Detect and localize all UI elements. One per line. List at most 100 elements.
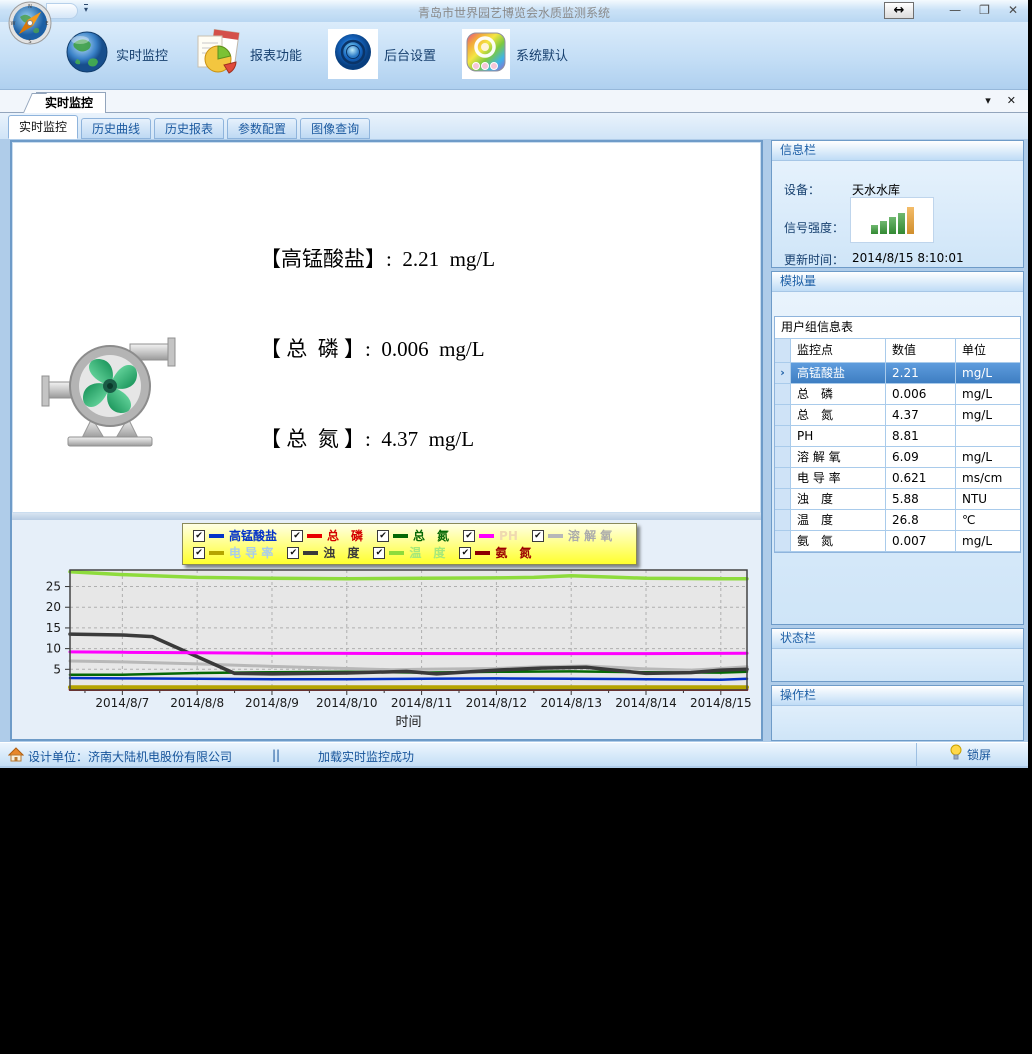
analog-panel-header: 模拟量: [772, 272, 1023, 292]
table-row[interactable]: 电 导 率0.621ms/cm: [775, 468, 1020, 489]
compass-app-icon[interactable]: N E S W: [8, 1, 52, 49]
legend-label: 电 导 率: [229, 544, 273, 561]
cell-value: 2.21: [886, 363, 956, 383]
svg-text:2014/8/15: 2014/8/15: [690, 696, 752, 710]
svg-text:2014/8/8: 2014/8/8: [170, 696, 224, 710]
realtime-monitor-button[interactable]: 实时监控: [64, 29, 168, 79]
cell-value: 26.8: [886, 510, 956, 530]
table-row[interactable]: 氨 氮0.007mg/L: [775, 531, 1020, 552]
designer-text: 设计单位：济南大陆机电股份有限公司: [28, 748, 232, 765]
svg-text:时间: 时间: [395, 715, 421, 730]
report-function-button[interactable]: 报表功能: [194, 29, 302, 79]
legend-color-dash: [475, 551, 490, 555]
legend-checkbox-高锰酸盐[interactable]: ✔: [193, 530, 205, 542]
tab-history-curve[interactable]: 历史曲线: [81, 118, 151, 139]
legend-item-PH: ✔ PH: [463, 529, 518, 543]
table-row[interactable]: ›高锰酸盐2.21mg/L: [775, 363, 1020, 384]
system-default-button[interactable]: 系统默认: [462, 29, 568, 79]
tab-history-report[interactable]: 历史报表: [154, 118, 224, 139]
table-row[interactable]: 总 磷0.006mg/L: [775, 384, 1020, 405]
cell-name: 温 度: [791, 510, 886, 530]
info-panel-header: 信息栏: [772, 141, 1023, 161]
lock-screen-button[interactable]: 锁屏: [916, 743, 1024, 766]
document-tab-realtime[interactable]: 实时监控: [36, 92, 106, 113]
tab-list-dropdown-icon[interactable]: ▾: [985, 94, 991, 107]
reading-line: 【 浊 度 】: 5.88 NTU: [260, 784, 511, 814]
cell-value: 6.09: [886, 447, 956, 467]
column-header-point[interactable]: 监控点: [791, 339, 886, 362]
svg-text:N: N: [28, 4, 32, 10]
table-row[interactable]: 溶 解 氧6.09mg/L: [775, 447, 1020, 468]
tab-realtime-monitor[interactable]: 实时监控: [8, 115, 78, 139]
right-sidebar: 信息栏 设备： 天水水库 信号强度： 更新时间： 2014/8/15 8:10:…: [771, 140, 1024, 741]
analog-panel: 模拟量 用户组信息表 监控点 数值 单位 ›高锰酸盐2.21mg/L总 磷0.0…: [771, 271, 1024, 625]
svg-text:E: E: [45, 21, 48, 27]
minimize-button[interactable]: —: [949, 3, 961, 17]
svg-text:2014/8/9: 2014/8/9: [245, 696, 299, 710]
legend-checkbox-氨氮[interactable]: ✔: [459, 547, 471, 559]
legend-checkbox-电导率[interactable]: ✔: [193, 547, 205, 559]
table-row[interactable]: PH8.81: [775, 426, 1020, 447]
legend-checkbox-总氮[interactable]: ✔: [377, 530, 389, 542]
table-row[interactable]: 浊 度5.88NTU: [775, 489, 1020, 510]
tab-image-query[interactable]: 图像查询: [300, 118, 370, 139]
bulb-icon: [950, 744, 962, 765]
legend-color-dash: [479, 534, 494, 538]
cell-name: 氨 氮: [791, 531, 886, 551]
report-function-label: 报表功能: [250, 45, 302, 64]
legend-checkbox-溶解氧[interactable]: ✔: [532, 530, 544, 542]
app-window: 青岛市世界园艺博览会水质监测系统 ↔ — ❐ ✕ ▾ N E: [0, 0, 1028, 768]
legend-item-氨氮: ✔氨 氮: [459, 544, 531, 561]
svg-text:S: S: [28, 39, 31, 45]
legend-color-dash: [307, 534, 322, 538]
legend-color-dash: [303, 551, 318, 555]
signal-strength-icon: [850, 197, 934, 243]
table-row[interactable]: 温 度26.8℃: [775, 510, 1020, 531]
cell-unit: ℃: [956, 510, 1020, 530]
column-header-unit[interactable]: 单位: [956, 339, 1020, 362]
status-separator: ||: [272, 748, 280, 762]
cell-unit: mg/L: [956, 447, 1020, 467]
legend-checkbox-总磷[interactable]: ✔: [291, 530, 303, 542]
row-selector-cell: [775, 489, 791, 509]
trend-chart: 5101520252014/8/72014/8/82014/8/92014/8/…: [14, 564, 763, 739]
analog-table-title: 用户组信息表: [775, 317, 1020, 339]
legend-label: PH: [499, 529, 518, 543]
analog-table: 用户组信息表 监控点 数值 单位 ›高锰酸盐2.21mg/L总 磷0.006mg…: [774, 316, 1021, 553]
backend-settings-button[interactable]: 后台设置: [328, 29, 436, 79]
legend-item-总氮: ✔总 氮: [377, 527, 449, 544]
legend-checkbox-浊度[interactable]: ✔: [287, 547, 299, 559]
analog-table-header: 监控点 数值 单位: [775, 339, 1020, 363]
legend-checkbox-PH[interactable]: ✔: [463, 530, 475, 542]
globe-icon: [64, 29, 110, 79]
close-button[interactable]: ✕: [1008, 3, 1018, 17]
cell-unit: mg/L: [956, 363, 1020, 383]
legend-color-dash: [393, 534, 408, 538]
legend-checkbox-温度[interactable]: ✔: [373, 547, 385, 559]
window-title: 青岛市世界园艺博览会水质监测系统: [0, 4, 1028, 21]
update-time-value: 2014/8/15 8:10:01: [852, 251, 964, 265]
reading-line: 【高锰酸盐】: 2.21 mg/L: [260, 244, 511, 274]
cell-unit: [956, 426, 1020, 446]
row-selector-cell: [775, 468, 791, 488]
maximize-button[interactable]: ❐: [979, 3, 990, 17]
legend-item-浊度: ✔浊 度: [287, 544, 359, 561]
cell-unit: ms/cm: [956, 468, 1020, 488]
report-pie-icon: [194, 29, 244, 79]
svg-text:2014/8/12: 2014/8/12: [466, 696, 528, 710]
cell-name: 总 磷: [791, 384, 886, 404]
signal-strength-label: 信号强度：: [784, 219, 844, 236]
quick-access-dropdown-icon[interactable]: ▾: [84, 4, 88, 14]
table-row[interactable]: 总 氮4.37mg/L: [775, 405, 1020, 426]
tab-close-icon[interactable]: ✕: [1007, 94, 1016, 107]
resize-horizontal-button[interactable]: ↔: [884, 2, 914, 19]
legend-item-总磷: ✔总 磷: [291, 527, 363, 544]
legend-item-高锰酸盐: ✔高锰酸盐: [193, 527, 277, 544]
column-header-value[interactable]: 数值: [886, 339, 956, 362]
horizontal-splitter[interactable]: [12, 513, 761, 520]
settings-dial-icon: [328, 29, 378, 79]
tab-parameter-config[interactable]: 参数配置: [227, 118, 297, 139]
backend-settings-label: 后台设置: [384, 45, 436, 64]
legend-color-dash: [209, 551, 224, 555]
home-icon: [8, 747, 24, 767]
